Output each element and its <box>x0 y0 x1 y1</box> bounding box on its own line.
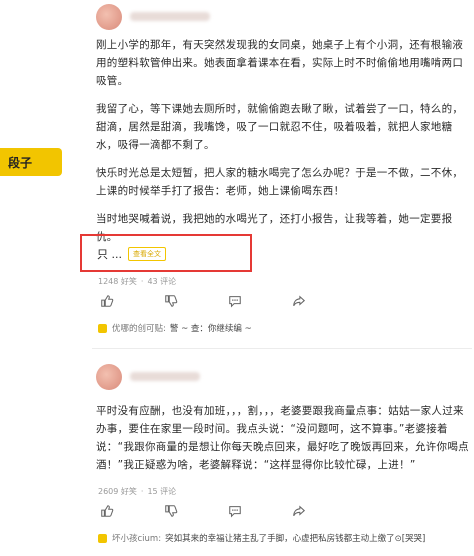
comment-username[interactable]: 优哪的创可贴: <box>112 322 166 334</box>
comment-username[interactable]: 坏小孩cium: <box>112 532 161 544</box>
hot-comment-icon <box>98 323 107 333</box>
comment-bubble-icon[interactable] <box>228 294 242 308</box>
username-blurred[interactable] <box>130 372 200 381</box>
sidebar: 段子 <box>0 0 62 556</box>
thumbs-down-icon[interactable] <box>164 504 178 518</box>
like-count: 1248 好笑 <box>98 277 137 286</box>
share-icon[interactable] <box>292 504 306 518</box>
post-paragraph: 平时没有应酬，也没有加班，，，割，，，老婆要跟我商量点事：姑姑一家人过来办事，要… <box>96 405 469 471</box>
post-paragraph: 刚上小学的那年，有天突然发现我的女同桌，她桌子上有个小洞，还有根输液用的塑料软管… <box>96 39 464 87</box>
hot-comment[interactable]: 优哪的创可贴: 警 ~ 查：你继续编 ~ <box>98 322 252 334</box>
read-more-button[interactable]: 查看全文 <box>128 247 166 261</box>
thumbs-down-icon[interactable] <box>164 294 178 308</box>
post-actions <box>100 504 306 518</box>
truncated-row: 只 ... 查看全文 <box>97 246 166 262</box>
thumbs-up-icon[interactable] <box>100 504 114 518</box>
like-count: 2609 好笑 <box>98 487 137 496</box>
post-stats: 2609 好笑 · 15 评论 <box>98 487 177 496</box>
comment-text: 警 ~ 查：你继续编 ~ <box>169 324 252 334</box>
divider <box>92 348 472 349</box>
comment-text: 突如其来的幸福让猪主乱了手脚，心虚把私房钱都主动上缴了⊙[哭哭] <box>165 534 426 544</box>
avatar[interactable] <box>96 4 122 30</box>
avatar[interactable] <box>96 364 122 390</box>
comment-count: 15 评论 <box>147 487 177 496</box>
truncated-text: 只 ... <box>97 248 122 261</box>
sidebar-item-duanzi[interactable]: 段子 <box>0 148 62 176</box>
feed: 刚上小学的那年，有天突然发现我的女同桌，她桌子上有个小洞，还有根输液用的塑料软管… <box>62 0 474 556</box>
hot-comment[interactable]: 坏小孩cium: 突如其来的幸福让猪主乱了手脚，心虚把私房钱都主动上缴了⊙[哭哭… <box>98 532 425 544</box>
comment-count: 43 评论 <box>147 277 177 286</box>
post-stats: 1248 好笑 · 43 评论 <box>98 277 177 286</box>
thumbs-up-icon[interactable] <box>100 294 114 308</box>
username-blurred[interactable] <box>130 12 210 21</box>
post-paragraph: 我留了心，等下课她去厕所时，就偷偷跑去瞅了瞅，试着尝了一口，特么的，甜滴，居然是… <box>96 103 464 151</box>
share-icon[interactable] <box>292 294 306 308</box>
hot-comment-icon <box>98 533 107 543</box>
post-actions <box>100 294 306 308</box>
comment-bubble-icon[interactable] <box>228 504 242 518</box>
sidebar-item-label: 段子 <box>8 155 33 170</box>
post-paragraph: 快乐时光总是太短暂，把人家的糖水喝完了怎么办呢？于是一不做，二不休，上课的时候举… <box>96 167 464 197</box>
post-1: 刚上小学的那年，有天突然发现我的女同桌，她桌子上有个小洞，还有根输液用的塑料软管… <box>96 36 470 246</box>
post-2: 平时没有应酬，也没有加班，，，割，，，老婆要跟我商量点事：姑姑一家人过来办事，要… <box>96 402 470 474</box>
